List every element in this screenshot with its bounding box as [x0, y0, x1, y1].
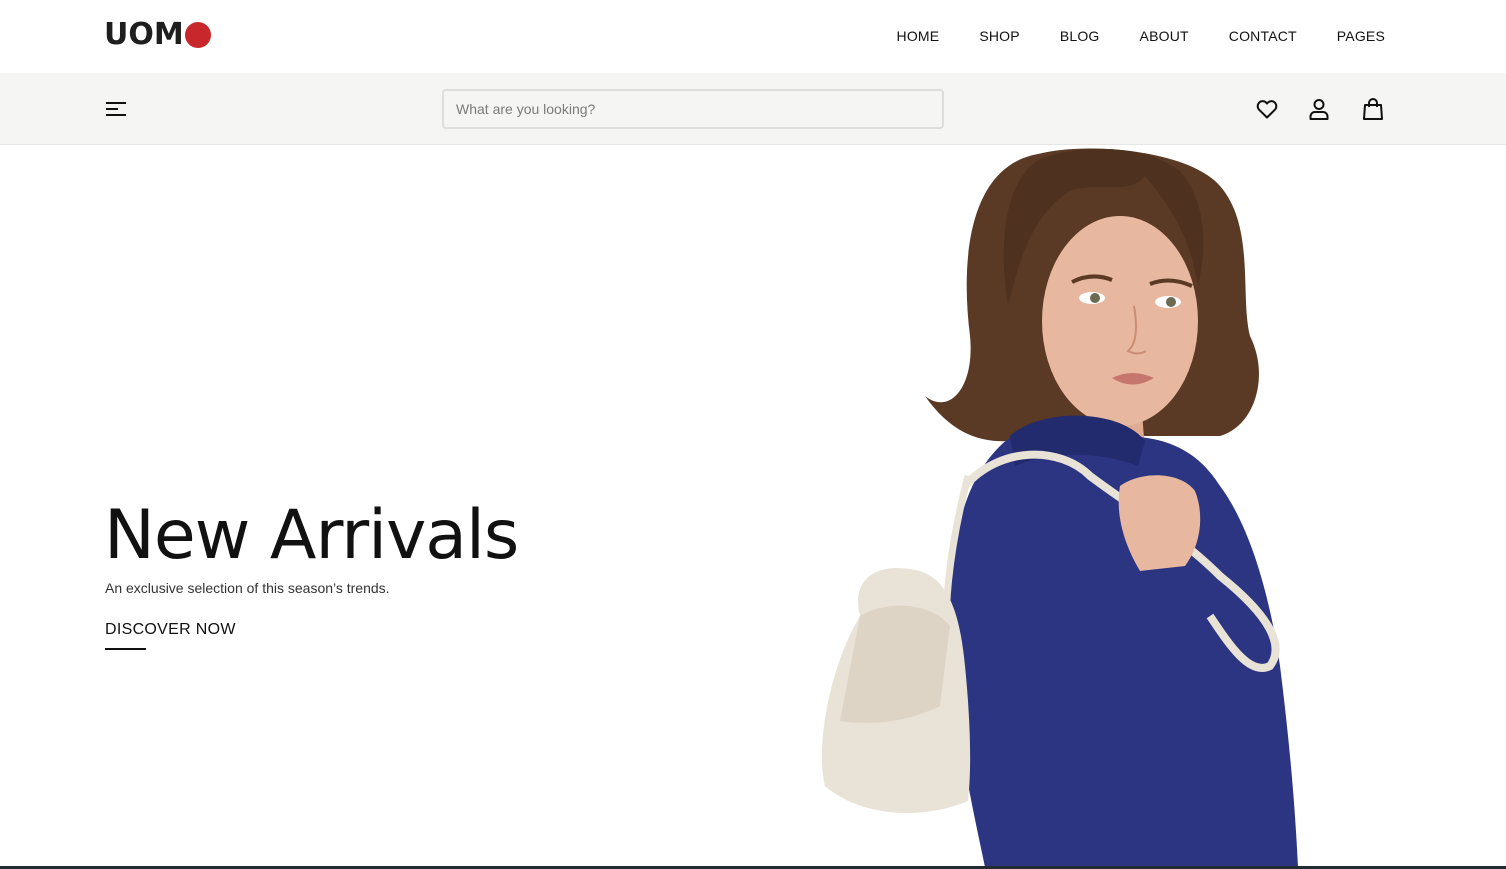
site-logo[interactable]: UOM	[104, 20, 211, 50]
logo-text: UOM	[104, 17, 184, 52]
search-input[interactable]	[444, 91, 942, 127]
main-nav: HOME SHOP BLOG ABOUT CONTACT PAGES	[897, 27, 1385, 45]
hero-title: New Arrivals	[104, 496, 519, 575]
discover-now-button[interactable]: DISCOVER NOW	[105, 621, 236, 639]
shopping-bag-icon[interactable]	[1361, 97, 1385, 121]
nav-item-about[interactable]: ABOUT	[1140, 27, 1189, 45]
user-icon[interactable]	[1307, 97, 1331, 121]
nav-item-shop[interactable]: SHOP	[979, 27, 1019, 45]
heart-icon[interactable]	[1255, 97, 1279, 121]
search-box	[442, 89, 944, 129]
hero-model-image	[821, 148, 1298, 867]
logo-dot-icon	[184, 22, 211, 48]
nav-item-pages[interactable]: PAGES	[1337, 27, 1385, 45]
hero-subtitle: An exclusive selection of this season’s …	[105, 580, 390, 596]
nav-item-home[interactable]: HOME	[897, 27, 940, 45]
site-header: UOM HOME SHOP BLOG ABOUT CONTACT PAGES	[0, 0, 1506, 73]
hero-banner: New Arrivals An exclusive selection of t…	[0, 146, 1506, 867]
cta-underline	[105, 648, 146, 650]
search-bar	[0, 73, 1506, 145]
nav-item-blog[interactable]: BLOG	[1060, 27, 1100, 45]
hamburger-menu-icon[interactable]	[106, 100, 128, 118]
nav-item-contact[interactable]: CONTACT	[1229, 27, 1297, 45]
